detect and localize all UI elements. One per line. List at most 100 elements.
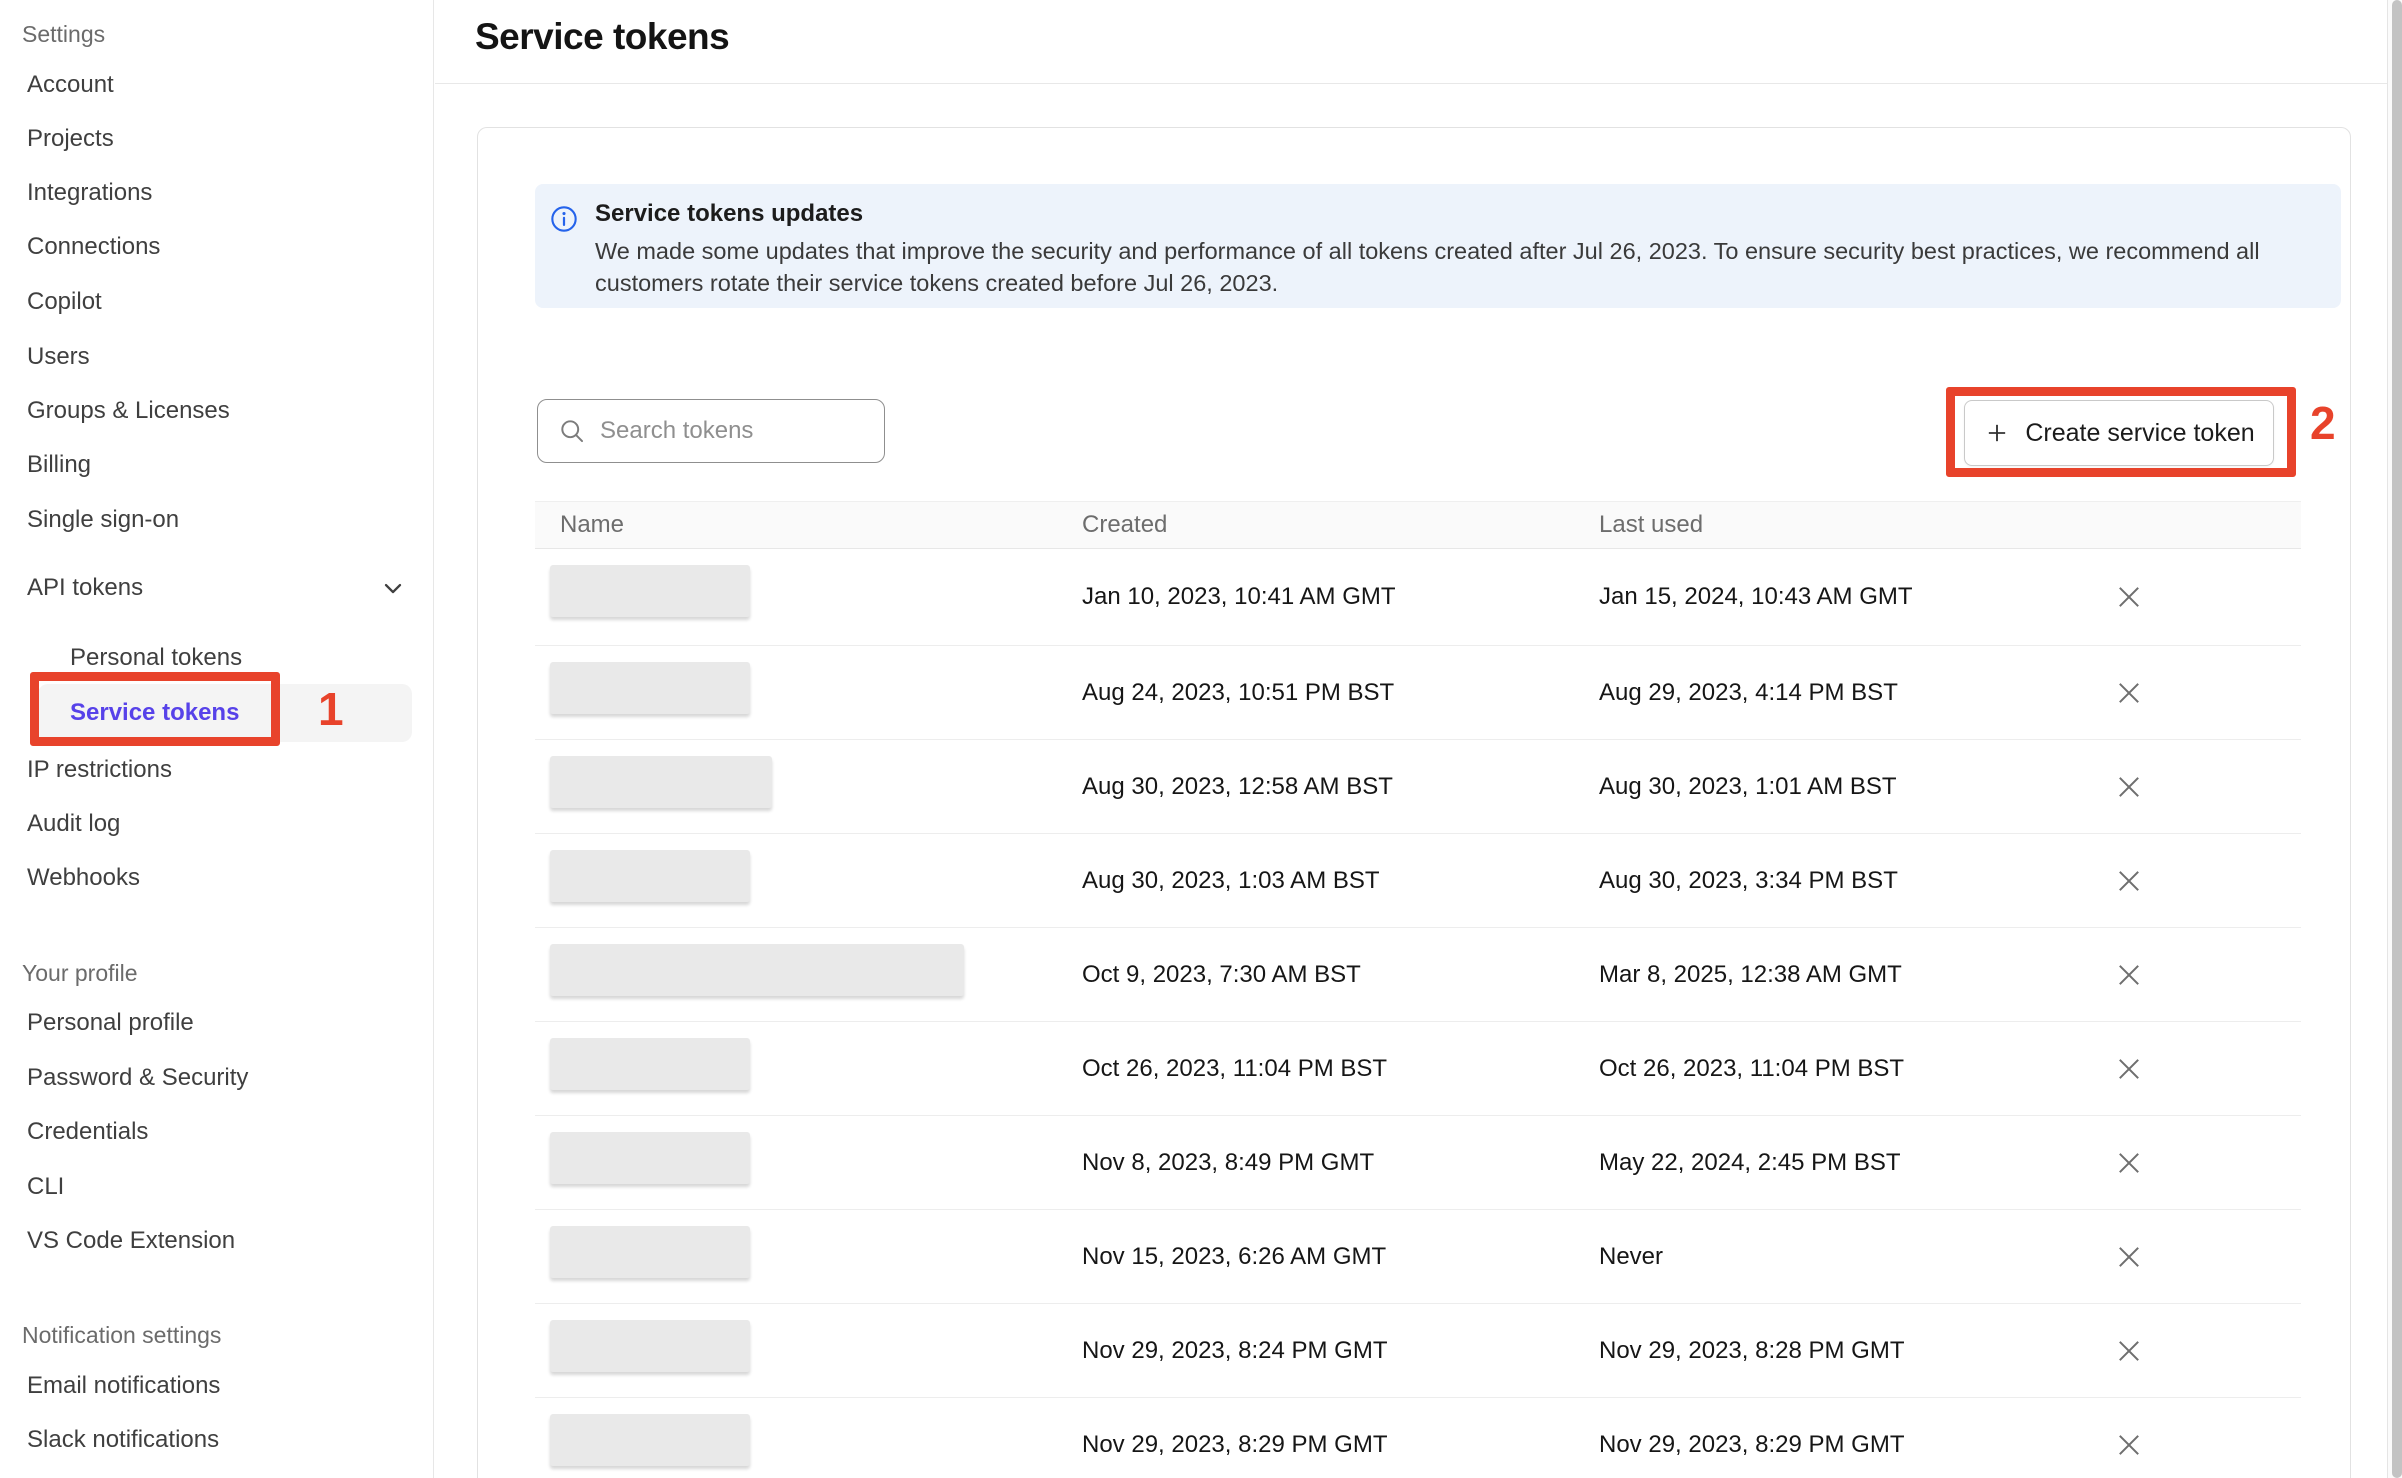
sidebar-item-password-security[interactable]: Password & Security (27, 1058, 248, 1098)
sidebar-item-email-notifications[interactable]: Email notifications (27, 1366, 220, 1406)
created-cell: Oct 26, 2023, 11:04 PM BST (1082, 1022, 1387, 1115)
x-icon (2116, 868, 2142, 894)
table-row: Jan 10, 2023, 10:41 AM GMT Jan 15, 2024,… (535, 549, 2301, 646)
token-name-redacted (550, 850, 750, 902)
delete-token-button[interactable] (2107, 953, 2151, 997)
sidebar-item-personal-tokens[interactable]: Personal tokens (70, 638, 242, 678)
search-box[interactable] (537, 399, 885, 463)
token-name-redacted (550, 944, 964, 996)
search-input[interactable] (600, 417, 850, 445)
created-cell: Aug 30, 2023, 12:58 AM BST (1082, 740, 1393, 833)
last-used-cell: Mar 8, 2025, 12:38 AM GMT (1599, 928, 1902, 1021)
api-tokens-label: API tokens (27, 574, 143, 602)
sidebar-item-personal-profile[interactable]: Personal profile (27, 1003, 194, 1043)
sidebar-item-api-tokens[interactable]: API tokens (27, 568, 407, 608)
table-row: Nov 8, 2023, 8:49 PM GMT May 22, 2024, 2… (535, 1116, 2301, 1210)
banner-body-line-1: We made some updates that improve the se… (595, 238, 2260, 265)
sidebar-item-slack-notifications[interactable]: Slack notifications (27, 1420, 219, 1460)
x-icon (2116, 774, 2142, 800)
sidebar-item-copilot[interactable]: Copilot (27, 282, 102, 322)
banner-body-line-2: customers rotate their service tokens cr… (595, 270, 1278, 297)
table-row: Nov 29, 2023, 8:29 PM GMT Nov 29, 2023, … (535, 1398, 2301, 1478)
delete-token-button[interactable] (2107, 1047, 2151, 1091)
sidebar-item-projects[interactable]: Projects (27, 119, 114, 159)
last-used-cell: May 22, 2024, 2:45 PM BST (1599, 1116, 1901, 1209)
last-used-cell: Aug 30, 2023, 1:01 AM BST (1599, 740, 1897, 833)
x-icon (2116, 584, 2142, 610)
created-cell: Aug 24, 2023, 10:51 PM BST (1082, 646, 1394, 739)
last-used-cell: Never (1599, 1210, 1663, 1303)
service-tokens-table: Name Created Last used Jan 10, 2023, 10:… (535, 501, 2301, 1478)
column-header-last-used: Last used (1599, 502, 1703, 548)
last-used-cell: Jan 15, 2024, 10:43 AM GMT (1599, 549, 1913, 645)
last-used-cell: Nov 29, 2023, 8:29 PM GMT (1599, 1398, 1904, 1478)
created-cell: Nov 29, 2023, 8:24 PM GMT (1082, 1304, 1387, 1397)
last-used-cell: Nov 29, 2023, 8:28 PM GMT (1599, 1304, 1904, 1397)
token-name-redacted (550, 1226, 750, 1278)
annotation-step-1: 1 (318, 682, 344, 736)
banner-title: Service tokens updates (595, 200, 863, 228)
table-row: Aug 24, 2023, 10:51 PM BST Aug 29, 2023,… (535, 646, 2301, 740)
x-icon (2116, 1244, 2142, 1270)
sidebar-item-service-tokens[interactable]: Service tokens (38, 684, 412, 742)
token-name-redacted (550, 1038, 750, 1090)
chevron-down-icon (379, 574, 407, 602)
sidebar-section-settings: Settings (22, 14, 105, 54)
sidebar-item-single-sign-on[interactable]: Single sign-on (27, 500, 179, 540)
created-cell: Aug 30, 2023, 1:03 AM BST (1082, 834, 1380, 927)
search-icon (558, 417, 586, 445)
table-row: Aug 30, 2023, 1:03 AM BST Aug 30, 2023, … (535, 834, 2301, 928)
table-row: Oct 9, 2023, 7:30 AM BST Mar 8, 2025, 12… (535, 928, 2301, 1022)
info-icon (550, 205, 578, 233)
delete-token-button[interactable] (2107, 859, 2151, 903)
sidebar-section-your-profile: Your profile (22, 953, 138, 993)
page-title: Service tokens (475, 16, 729, 58)
x-icon (2116, 1432, 2142, 1458)
table-row: Nov 15, 2023, 6:26 AM GMT Never (535, 1210, 2301, 1304)
title-divider (435, 83, 2387, 84)
delete-token-button[interactable] (2107, 1141, 2151, 1185)
created-cell: Nov 8, 2023, 8:49 PM GMT (1082, 1116, 1374, 1209)
sidebar-item-webhooks[interactable]: Webhooks (27, 858, 140, 898)
token-name-redacted (550, 1132, 750, 1184)
sidebar-item-vs-code-extension[interactable]: VS Code Extension (27, 1221, 235, 1261)
delete-token-button[interactable] (2107, 1235, 2151, 1279)
last-used-cell: Aug 29, 2023, 4:14 PM BST (1599, 646, 1898, 739)
info-banner: Service tokens updates We made some upda… (535, 184, 2341, 308)
settings-sidebar: Settings Account Projects Integrations C… (0, 0, 434, 1478)
x-icon (2116, 1150, 2142, 1176)
token-name-redacted (550, 1414, 750, 1466)
sidebar-section-notification-settings: Notification settings (22, 1315, 221, 1355)
column-header-name: Name (560, 502, 624, 548)
sidebar-item-credentials[interactable]: Credentials (27, 1112, 148, 1152)
token-name-redacted (550, 1320, 750, 1372)
create-service-token-label: Create service token (2025, 419, 2254, 448)
token-name-redacted (550, 756, 772, 808)
sidebar-item-account[interactable]: Account (27, 65, 114, 105)
sidebar-item-audit-log[interactable]: Audit log (27, 804, 120, 844)
table-row: Aug 30, 2023, 12:58 AM BST Aug 30, 2023,… (535, 740, 2301, 834)
token-name-redacted (550, 662, 750, 714)
scrollbar-thumb[interactable] (2392, 0, 2402, 1478)
sidebar-item-cli[interactable]: CLI (27, 1167, 64, 1207)
sidebar-item-billing[interactable]: Billing (27, 445, 91, 485)
sidebar-item-ip-restrictions[interactable]: IP restrictions (27, 750, 172, 790)
annotation-step-2: 2 (2310, 396, 2336, 450)
sidebar-item-integrations[interactable]: Integrations (27, 173, 152, 213)
sidebar-item-connections[interactable]: Connections (27, 227, 160, 267)
delete-token-button[interactable] (2107, 671, 2151, 715)
table-header-row: Name Created Last used (535, 501, 2301, 549)
delete-token-button[interactable] (2107, 1423, 2151, 1467)
created-cell: Nov 29, 2023, 8:29 PM GMT (1082, 1398, 1387, 1478)
plus-icon (1983, 419, 2011, 447)
delete-token-button[interactable] (2107, 1329, 2151, 1373)
delete-token-button[interactable] (2107, 765, 2151, 809)
delete-token-button[interactable] (2107, 575, 2151, 619)
create-service-token-button[interactable]: Create service token (1964, 400, 2274, 466)
x-icon (2116, 1338, 2142, 1364)
table-row: Oct 26, 2023, 11:04 PM BST Oct 26, 2023,… (535, 1022, 2301, 1116)
sidebar-item-users[interactable]: Users (27, 337, 90, 377)
service-tokens-card: Service tokens updates We made some upda… (477, 127, 2351, 1478)
x-icon (2116, 1056, 2142, 1082)
sidebar-item-groups-licenses[interactable]: Groups & Licenses (27, 391, 230, 431)
